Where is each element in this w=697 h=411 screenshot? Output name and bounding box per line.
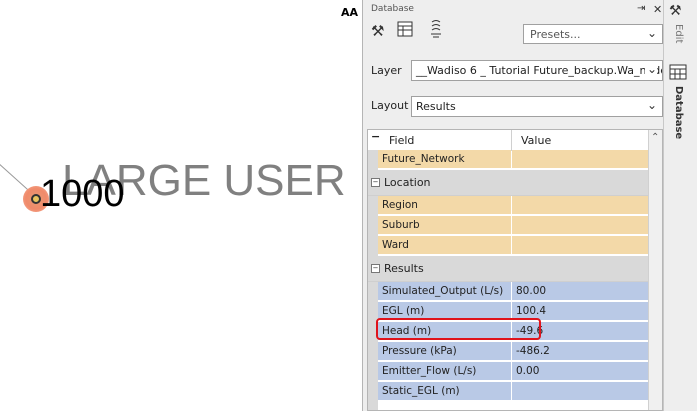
edit-tab[interactable]: Edit: [673, 24, 684, 43]
value-cell[interactable]: [512, 216, 648, 235]
table-row[interactable]: Simulated_Output (L/s) 80.00: [368, 282, 648, 302]
layout-value: Results: [416, 100, 456, 113]
hammer-icon[interactable]: ⚒: [669, 3, 682, 19]
category-row[interactable]: − Location: [368, 170, 648, 196]
presets-dropdown[interactable]: Presets... ⌄: [523, 24, 663, 44]
table-row[interactable]: Emitter_Flow (L/s) 0.00: [368, 362, 648, 382]
value-cell[interactable]: 0.00: [512, 362, 648, 381]
collapse-all-button[interactable]: −: [371, 130, 380, 143]
layer-label: Layer: [371, 64, 402, 77]
table-row[interactable]: Suburb: [368, 216, 648, 236]
side-toolbar: ⚒ Edit Database: [663, 0, 697, 411]
pipeline-filter-icon[interactable]: [429, 19, 443, 43]
category-label: Results: [384, 262, 424, 275]
layout-dropdown[interactable]: Results ⌄: [411, 96, 663, 117]
panel-title: Database: [371, 4, 414, 14]
font-size-toggle[interactable]: AA: [341, 6, 358, 19]
field-cell: Ward: [378, 236, 511, 255]
field-cell: Suburb: [378, 216, 511, 235]
table-row[interactable]: Region: [368, 196, 648, 216]
close-icon[interactable]: ✕: [653, 3, 662, 16]
table-row[interactable]: Pressure (kPa) -486.2: [368, 342, 648, 362]
layer-dropdown[interactable]: __Wadiso 6 _ Tutorial Future_backup.Wa_n…: [411, 60, 663, 81]
map-canvas[interactable]: AA LARGE USER 1000: [0, 0, 362, 411]
grid-header: − Field Value: [368, 130, 662, 151]
pipe-segment[interactable]: [0, 164, 30, 192]
scroll-up-icon[interactable]: ⌃: [651, 132, 659, 143]
head-row-highlight: [376, 318, 541, 340]
layout-label: Layout: [371, 99, 409, 112]
tools-icon[interactable]: ⚒: [371, 22, 384, 40]
field-cell: Pressure (kPa): [378, 342, 511, 361]
field-cell: Simulated_Output (L/s): [378, 282, 511, 301]
table-row[interactable]: Future_Network: [368, 150, 648, 170]
field-cell: Future_Network: [378, 150, 511, 169]
chevron-down-icon: ⌄: [646, 26, 657, 40]
value-cell[interactable]: [512, 382, 648, 401]
value-column-header[interactable]: Value: [521, 134, 551, 147]
value-cell[interactable]: -486.2: [512, 342, 648, 361]
field-cell: Emitter_Flow (L/s): [378, 362, 511, 381]
chevron-down-icon: ⌄: [646, 98, 657, 112]
field-cell: Region: [378, 196, 511, 215]
node-value-label: 1000: [40, 173, 125, 215]
category-row[interactable]: − Results: [368, 256, 648, 282]
table-row[interactable]: Ward: [368, 236, 648, 256]
vertical-scrollbar[interactable]: ⌃: [648, 130, 662, 410]
category-label: Location: [384, 176, 431, 189]
table-icon[interactable]: [397, 21, 413, 41]
presets-label: Presets...: [530, 28, 581, 41]
property-grid: − Field Value Future_Network − Location Reg…: [367, 129, 663, 411]
database-table-icon[interactable]: [669, 64, 687, 84]
field-column-header[interactable]: Field: [389, 134, 414, 147]
database-tab[interactable]: Database: [673, 86, 684, 139]
pin-icon[interactable]: ⇥: [637, 3, 645, 14]
chevron-down-icon: ⌄: [644, 62, 657, 76]
value-cell[interactable]: [512, 196, 648, 215]
collapse-icon[interactable]: −: [371, 264, 380, 273]
value-cell[interactable]: [512, 236, 648, 255]
layer-value: __Wadiso 6 _ Tutorial Future_backup.Wa_n…: [416, 64, 663, 77]
collapse-icon[interactable]: −: [371, 178, 380, 187]
grid-rows: Future_Network − Location Region Suburb Ward −…: [368, 150, 648, 402]
field-cell: Static_EGL (m): [378, 382, 511, 401]
database-panel: Database ⇥ ✕ ⚒ Presets... ⌄ Layer __Wadi…: [362, 0, 664, 411]
table-row[interactable]: Static_EGL (m): [368, 382, 648, 402]
column-divider[interactable]: [511, 130, 512, 150]
value-cell[interactable]: 80.00: [512, 282, 648, 301]
value-cell[interactable]: [512, 150, 648, 169]
